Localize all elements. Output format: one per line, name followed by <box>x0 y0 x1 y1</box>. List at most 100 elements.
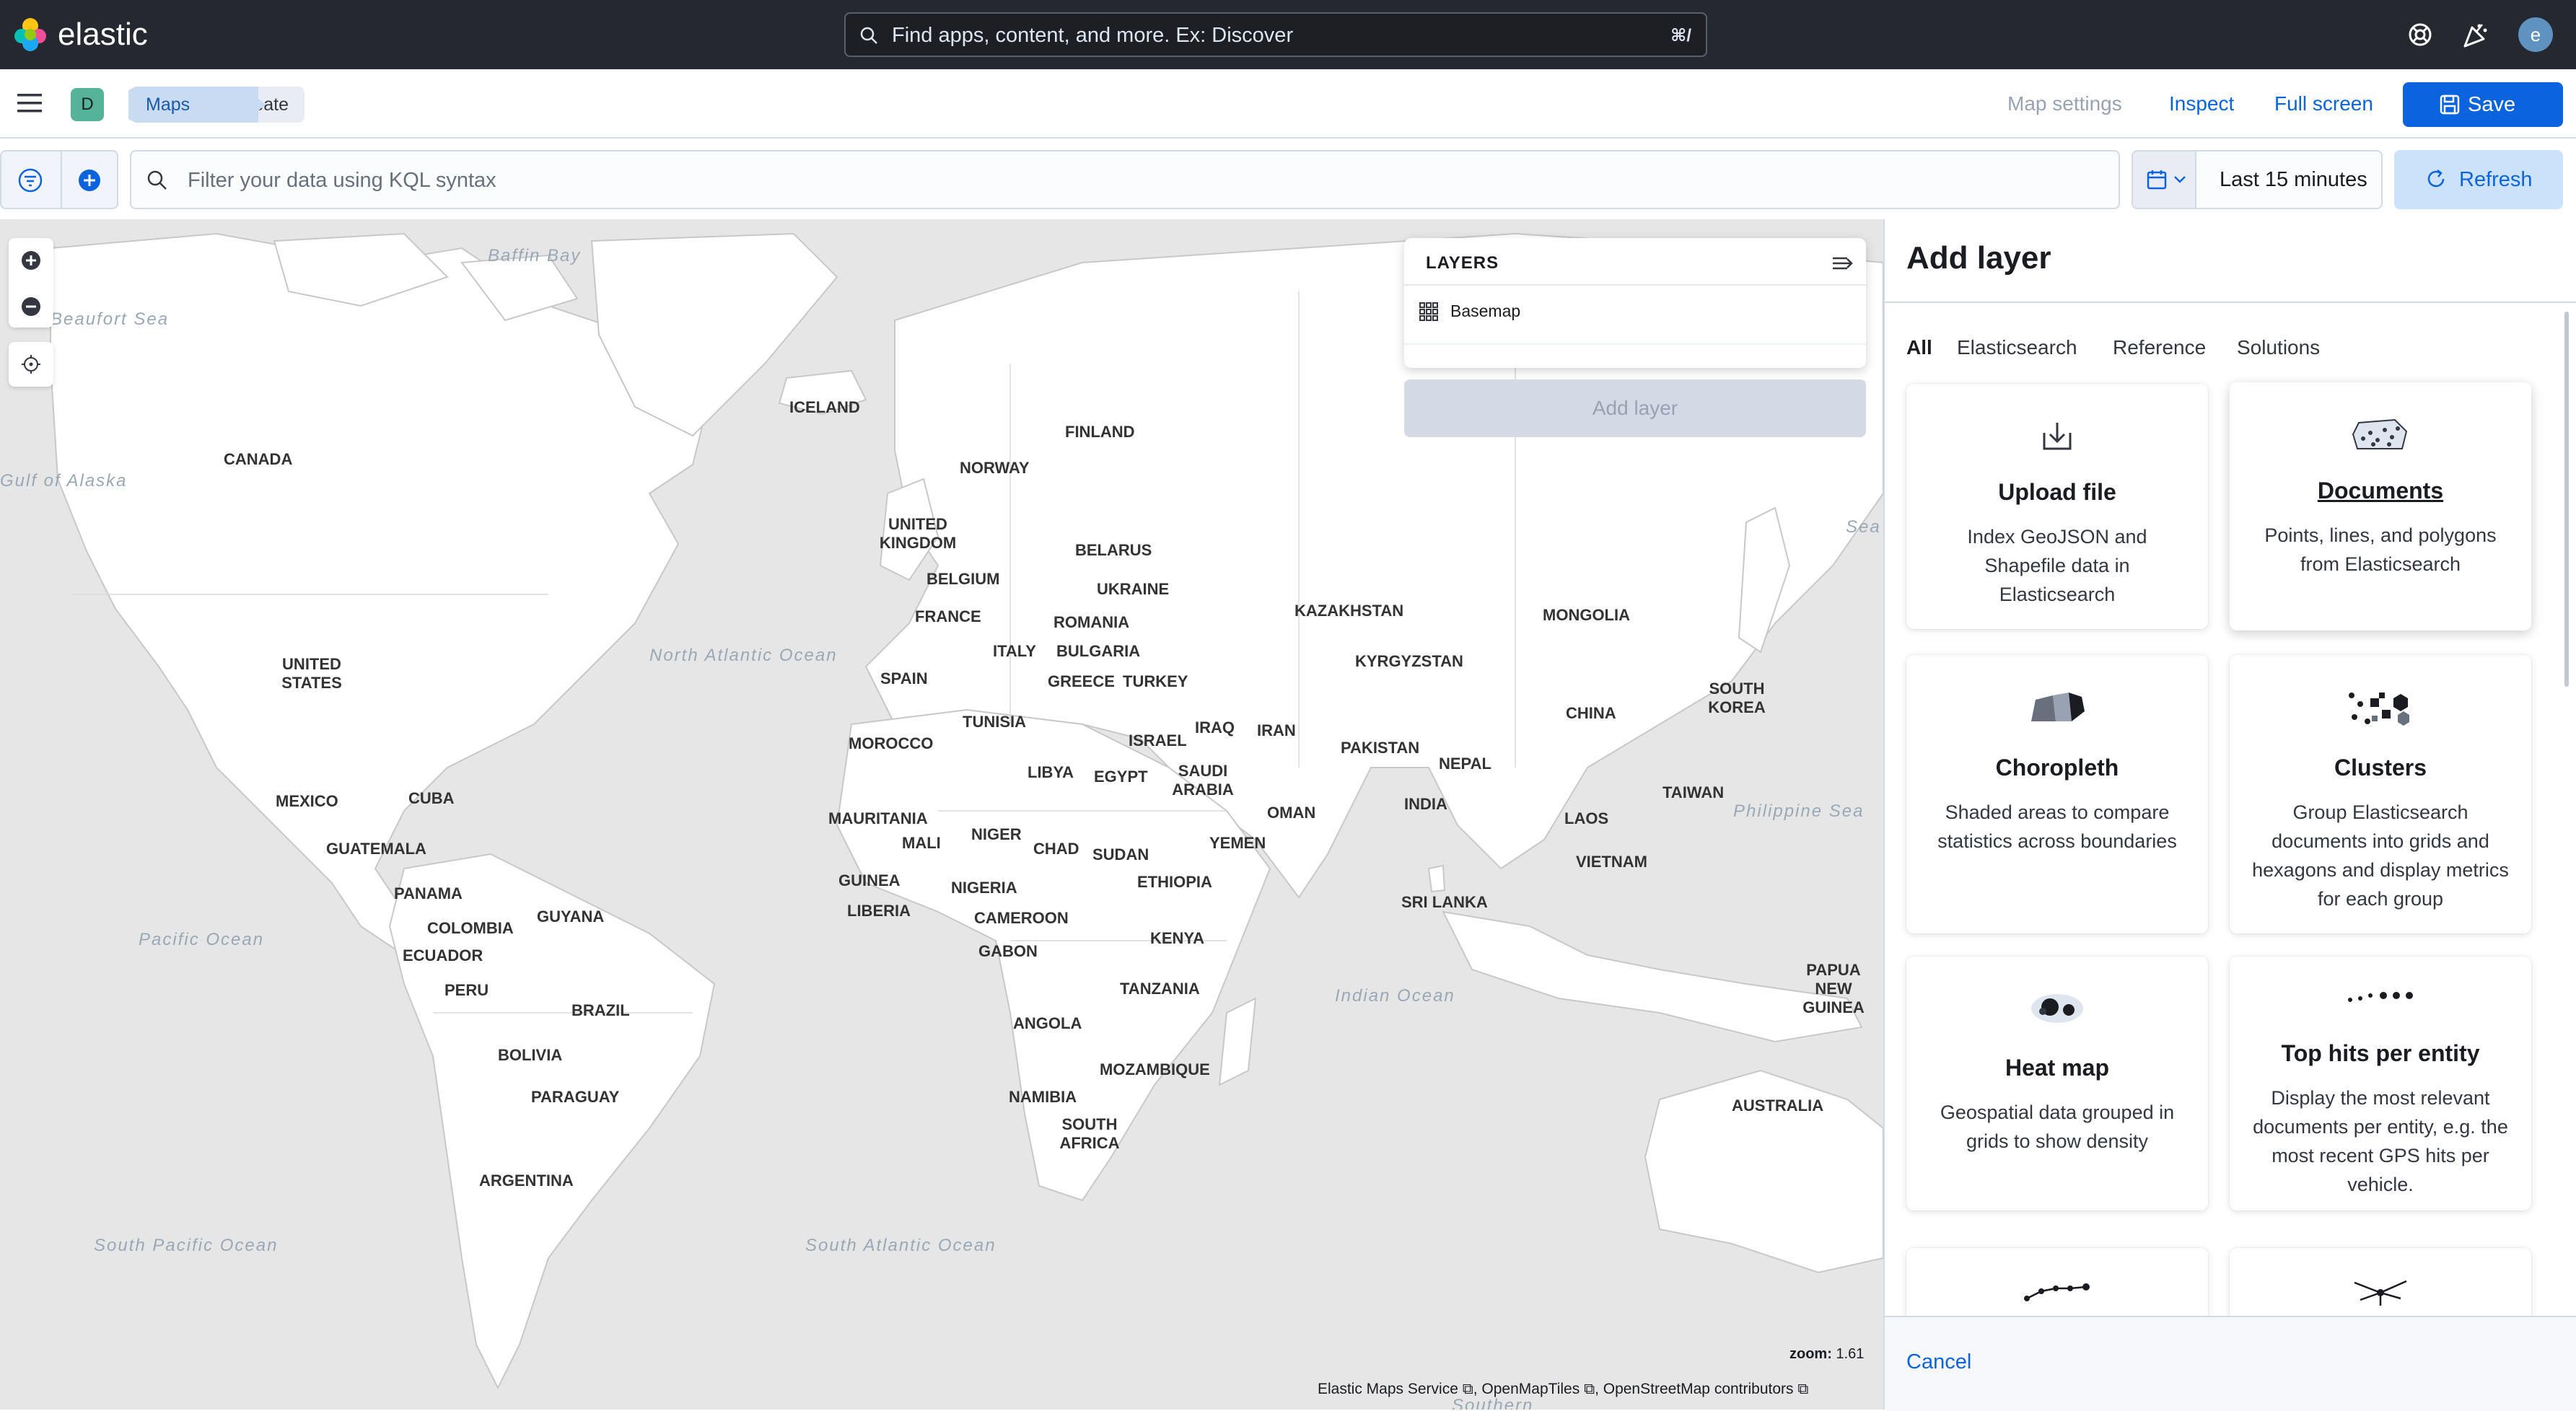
date-picker[interactable]: Last 15 minutes <box>2132 150 2383 209</box>
date-quick-menu-button[interactable] <box>2133 151 2196 208</box>
layer-card-clusters[interactable]: Clusters Group Elasticsearch documents i… <box>2230 655 2531 933</box>
space-avatar[interactable]: D <box>71 88 104 121</box>
country-label: GREECE <box>1048 672 1115 690</box>
country-label: UNITED KINGDOM <box>879 515 957 552</box>
tab-solutions[interactable]: Solutions <box>2237 335 2320 361</box>
country-label: TANZANIA <box>1120 980 1200 998</box>
layer-card-heat-map[interactable]: Heat map Geospatial data grouped in grid… <box>1906 957 2208 1210</box>
hamburger-menu-icon[interactable] <box>17 92 42 114</box>
search-icon <box>146 169 169 192</box>
top-hits-icon <box>2346 988 2415 1006</box>
refresh-button[interactable]: Refresh <box>2394 150 2563 209</box>
global-search-input[interactable]: Find apps, content, and more. Ex: Discov… <box>844 12 1707 57</box>
cancel-button[interactable]: Cancel <box>1906 1349 1971 1375</box>
land-madagascar <box>1218 997 1257 1086</box>
ocean-label: North Atlantic Ocean <box>649 646 838 665</box>
newsfeed-icon[interactable] <box>2461 20 2489 49</box>
country-label: OMAN <box>1267 804 1316 822</box>
layer-item-basemap[interactable]: Basemap <box>1450 300 1520 322</box>
country-label: BOLIVIA <box>498 1046 563 1064</box>
country-label: INDIA <box>1404 795 1447 813</box>
divider <box>1404 284 1866 286</box>
ocean-label: South Atlantic Ocean <box>805 1236 996 1255</box>
add-filter-icon[interactable] <box>76 167 102 193</box>
elastic-logo-icon[interactable] <box>12 16 49 53</box>
country-label: CUBA <box>408 789 455 807</box>
country-label: MOZAMBIQUE <box>1100 1060 1210 1078</box>
country-label: GUINEA <box>838 871 901 889</box>
global-header: elastic Find apps, content, and more. Ex… <box>0 0 2576 69</box>
country-label: MONGOLIA <box>1543 606 1630 624</box>
country-label: NORWAY <box>960 459 1030 477</box>
calendar-icon <box>2146 169 2168 190</box>
save-button-label: Save <box>2468 93 2516 116</box>
country-label: LIBERIA <box>847 902 911 920</box>
layer-card-choropleth[interactable]: Choropleth Shaded areas to compare stati… <box>1906 655 2208 933</box>
inspect-button[interactable]: Inspect <box>2169 89 2234 118</box>
breadcrumb-maps[interactable]: Maps <box>128 87 258 123</box>
country-label: PAPUA NEW GUINEA <box>1802 961 1865 1016</box>
country-label: MAURITANIA <box>828 809 928 827</box>
layer-card-upload-file[interactable]: Upload file Index GeoJSON and Shapefile … <box>1906 384 2208 629</box>
country-label: VIETNAM <box>1576 853 1647 871</box>
country-label: BELARUS <box>1075 541 1152 559</box>
country-label: ROMANIA <box>1053 613 1130 631</box>
kql-search-input[interactable]: Filter your data using KQL syntax <box>130 150 2120 209</box>
set-view-control[interactable] <box>9 342 53 387</box>
search-icon <box>859 25 879 45</box>
card-description: Shaded areas to compare statistics acros… <box>1937 801 2177 852</box>
tab-elasticsearch[interactable]: Elasticsearch <box>1957 335 2077 361</box>
country-label: ANGOLA <box>1013 1014 1082 1032</box>
date-range-display[interactable]: Last 15 minutes <box>2220 166 2367 193</box>
ocean-label: Philippine Sea <box>1733 801 1865 821</box>
layer-card-top-hits[interactable]: Top hits per entity Display the most rel… <box>2230 957 2531 1210</box>
ocean-label: Pacific Ocean <box>139 930 265 949</box>
tab-reference[interactable]: Reference <box>2113 335 2206 361</box>
collapse-layers-icon[interactable] <box>1831 254 1854 273</box>
country-label: PARAGUAY <box>531 1088 620 1106</box>
divider <box>61 151 62 208</box>
divider <box>1404 343 1866 345</box>
zoom-readout: zoom: 1.61 <box>1789 1346 1864 1363</box>
clusters-icon <box>2346 688 2415 727</box>
save-button[interactable]: Save <box>2403 82 2563 127</box>
external-link-icon: ⧉ <box>1797 1381 1809 1397</box>
brand-name[interactable]: elastic <box>58 14 148 55</box>
ocean-label: Beaufort Sea <box>51 309 170 329</box>
tracks-icon <box>2023 1281 2092 1303</box>
attribution-link[interactable]: OpenMapTiles <box>1481 1381 1580 1397</box>
filter-menu-icon[interactable] <box>17 167 43 193</box>
flyout-scrollbar-thumb[interactable] <box>2564 312 2569 687</box>
country-label: CHAD <box>1033 840 1079 858</box>
save-icon <box>2439 94 2461 115</box>
country-label: CANADA <box>224 450 293 468</box>
country-label: PAKISTAN <box>1341 739 1420 757</box>
user-avatar[interactable]: e <box>2518 17 2553 52</box>
country-label: ISRAEL <box>1129 731 1187 750</box>
zoom-out-icon[interactable] <box>20 296 42 317</box>
tab-all[interactable]: All <box>1906 335 1932 361</box>
chevron-down-icon <box>2173 175 2186 185</box>
ocean-label: Gulf of Alaska <box>0 471 128 491</box>
help-icon[interactable] <box>2407 22 2433 48</box>
country-label: LAOS <box>1564 809 1609 827</box>
country-label: EGYPT <box>1094 768 1148 786</box>
card-title: Heat map <box>2005 1055 2110 1081</box>
layer-card-documents[interactable]: Documents Points, lines, and polygons fr… <box>2230 382 2531 630</box>
card-title: Clusters <box>2334 755 2427 781</box>
layers-title: LAYERS <box>1426 253 1499 273</box>
zoom-in-icon[interactable] <box>20 250 42 271</box>
attribution-link[interactable]: Elastic Maps Service <box>1318 1381 1458 1397</box>
map-settings-button[interactable]: Map settings <box>2007 89 2122 118</box>
country-label: SPAIN <box>880 669 928 687</box>
add-layer-button[interactable]: Add layer <box>1404 379 1866 437</box>
card-title: Upload file <box>1998 479 2116 505</box>
filter-button-group <box>0 150 118 209</box>
country-label: TAIWAN <box>1662 783 1725 801</box>
card-title: Documents <box>2317 478 2444 504</box>
country-label: COLOMBIA <box>427 919 514 937</box>
card-description: Group Elasticsearch documents into grids… <box>2252 801 2509 910</box>
country-label: BULGARIA <box>1056 642 1141 660</box>
full-screen-button[interactable]: Full screen <box>2274 89 2373 118</box>
attribution-link[interactable]: OpenStreetMap contributors <box>1603 1381 1794 1397</box>
